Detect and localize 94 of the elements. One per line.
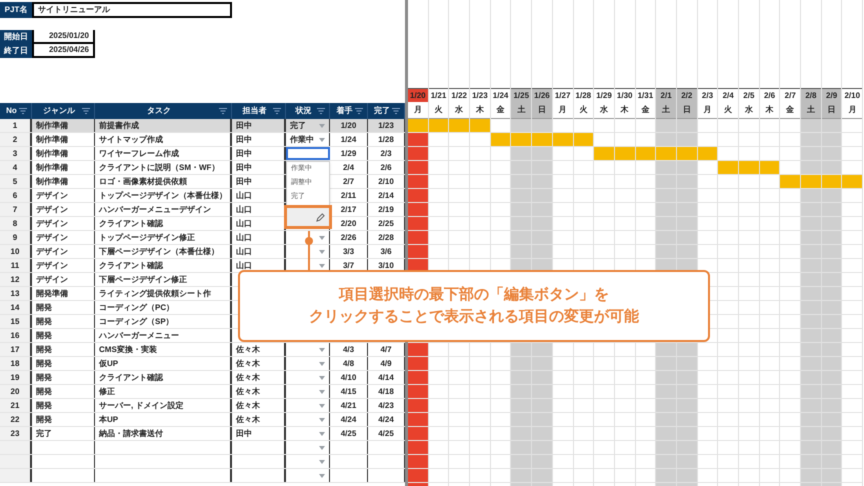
date-header: 2/8	[801, 88, 821, 102]
weekday-header: 日	[822, 102, 842, 119]
table-cell: 4/24	[330, 413, 368, 426]
table-cell: 制作準備	[32, 147, 95, 160]
weekday-header: 金	[636, 102, 656, 119]
row-number-cell: 22	[0, 413, 32, 426]
weekday-header: 土	[801, 102, 821, 119]
table-cell: 開発準備	[32, 287, 95, 300]
row-number-cell: 10	[0, 245, 32, 258]
table-cell: 4/25	[330, 427, 368, 440]
row-number-cell: 14	[0, 301, 32, 314]
row-number-cell: 1	[0, 119, 32, 132]
weekday-header: 火	[574, 102, 594, 119]
table-cell: デザイン	[32, 203, 95, 216]
weekday-header: 木	[614, 102, 635, 119]
row-number-cell: 9	[0, 231, 32, 244]
table-cell: デザイン	[32, 273, 95, 286]
row-number-cell: 12	[0, 273, 32, 286]
date-header: 1/20	[408, 88, 428, 102]
row-number-cell: 21	[0, 399, 32, 412]
table-cell: 開発	[32, 301, 95, 314]
project-name-cell[interactable]: サイトリニューアル	[32, 2, 232, 18]
weekday-header: 日	[676, 102, 697, 119]
weekday-header: 日	[532, 102, 552, 119]
table-cell: 4/15	[330, 385, 368, 398]
row-number-cell: 16	[0, 329, 32, 342]
callout-text: 項目選択時の最下部の「編集ボタン」を クリックすることで表示される項目の変更が可能	[309, 285, 639, 327]
table-cell: 3/3	[330, 245, 368, 258]
weekday-header: 金	[780, 102, 800, 119]
table-cell: 制作準備	[32, 119, 95, 132]
date-header: 2/1	[656, 88, 676, 102]
table-cell: 開発	[32, 371, 95, 384]
table-cell: デザイン	[32, 245, 95, 258]
row-number-cell: 4	[0, 161, 32, 174]
row-number-cell: 7	[0, 203, 32, 216]
table-cell: 開発	[32, 399, 95, 412]
row-number-cell: 15	[0, 315, 32, 328]
date-header: 2/2	[676, 88, 697, 102]
row-number-cell: 23	[0, 427, 32, 440]
table-cell: 完了	[32, 427, 95, 440]
weekday-header: 火	[428, 102, 448, 119]
row-number-cell: 5	[0, 175, 32, 188]
table-cell: 開発	[32, 329, 95, 342]
table-cell: デザイン	[32, 259, 95, 272]
date-label: 終了日	[0, 44, 32, 58]
date-header: 2/9	[822, 88, 842, 102]
date-header: 1/26	[532, 88, 552, 102]
weekday-header: 木	[760, 102, 780, 119]
table-cell: 1/29	[330, 147, 368, 160]
status-text: 完了	[290, 120, 306, 132]
table-cell: 制作準備	[32, 133, 95, 146]
table-cell: 1/20	[330, 119, 368, 132]
table-cell: 開発	[32, 385, 95, 398]
weekday-header: 水	[594, 102, 614, 119]
status-cell[interactable]: 作業中	[286, 133, 330, 146]
row-number-cell: 8	[0, 217, 32, 230]
date-header: 1/25	[511, 88, 532, 102]
weekday-header: 木	[470, 102, 490, 119]
table-cell: 開発	[32, 315, 95, 328]
weekday-header: 水	[739, 102, 759, 119]
row-number-cell: 19	[0, 371, 32, 384]
table-cell: 4/21	[330, 399, 368, 412]
row-number-cell: 3	[0, 147, 32, 160]
date-value-cell[interactable]: 2025/01/20	[32, 30, 95, 44]
table-cell: デザイン	[32, 189, 95, 202]
table-cell: 4/10	[330, 371, 368, 384]
row-number-cell: 13	[0, 287, 32, 300]
weekday-header: 火	[718, 102, 738, 119]
table-cell: 開発	[32, 413, 95, 426]
table-cell: 2/26	[330, 231, 368, 244]
row-number-cell: 17	[0, 343, 32, 356]
table-cell: デザイン	[32, 231, 95, 244]
table-cell: 制作準備	[32, 175, 95, 188]
status-cell[interactable]: 完了	[286, 119, 330, 132]
weekday-header: 水	[449, 102, 470, 119]
table-cell: 1/24	[330, 133, 368, 146]
weekday-header: 金	[490, 102, 510, 119]
table-cell: 開発	[32, 343, 95, 356]
table-cell: 開発	[32, 357, 95, 370]
date-label: 開始日	[0, 30, 32, 44]
project-label: PJT名	[0, 2, 32, 18]
weekday-header: 土	[656, 102, 676, 119]
date-value-cell[interactable]: 2025/04/26	[32, 44, 95, 58]
row-number-cell: 18	[0, 357, 32, 370]
table-cell: デザイン	[32, 217, 95, 230]
row-number-cell: 2	[0, 133, 32, 146]
table-cell: 制作準備	[32, 161, 95, 174]
row-number-cell: 11	[0, 259, 32, 272]
table-cell: 4/3	[330, 343, 368, 356]
table-cell: 4/8	[330, 357, 368, 370]
row-number-cell: 6	[0, 189, 32, 202]
weekday-header: 土	[511, 102, 532, 119]
status-text: 作業中	[290, 134, 314, 146]
row-number-cell: 20	[0, 385, 32, 398]
